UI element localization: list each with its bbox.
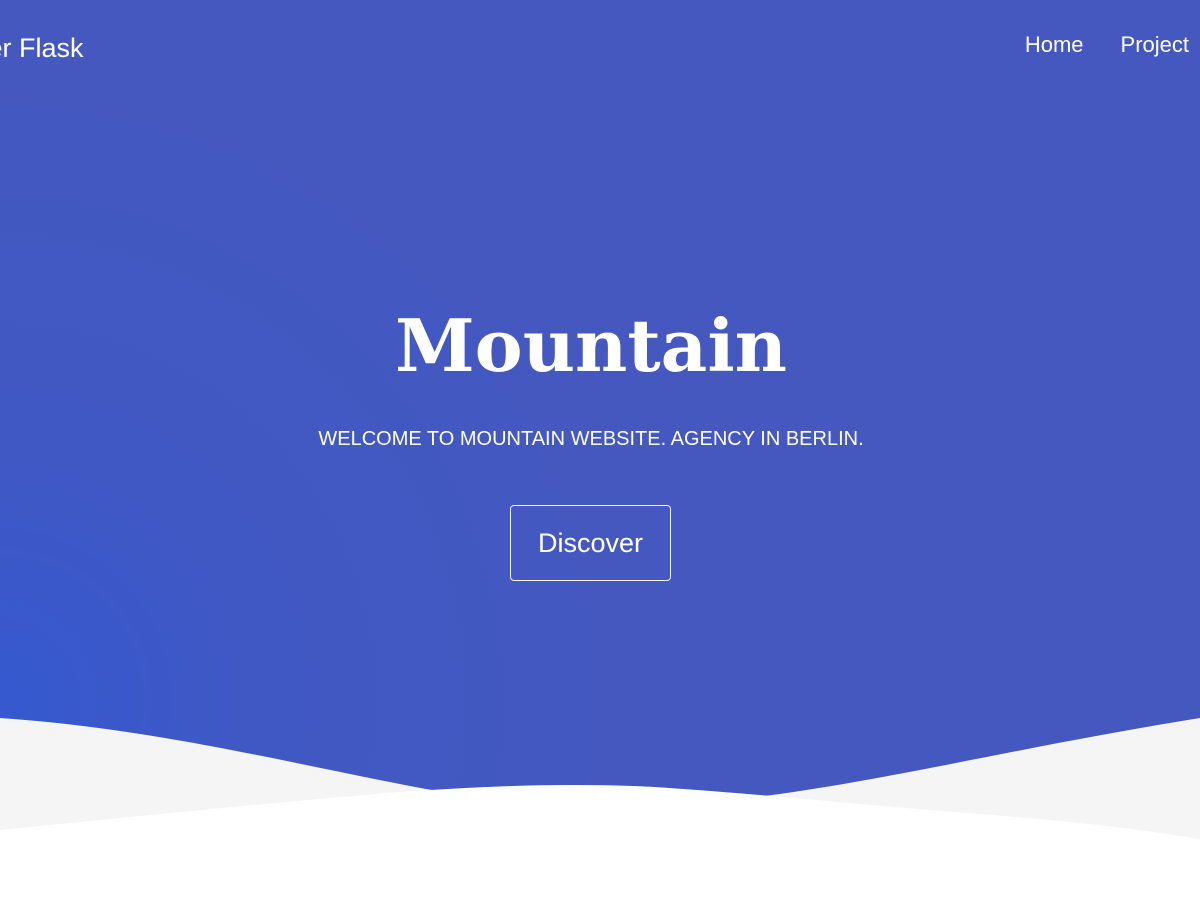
hero-title: Mountain [394,303,788,388]
nav-link-home[interactable]: Home [1025,29,1084,61]
site-brand-link[interactable]: zer Flask [0,30,84,66]
navigation-links: Home Project [1025,29,1189,61]
hero-content: Mountain WELCOME TO MOUNTAIN WEBSITE. AG… [0,300,1200,453]
nav-link-project[interactable]: Project [1121,29,1189,61]
landing-page: zer Flask Home Project Mountain WELCOME … [0,0,1200,900]
discover-button[interactable]: Discover [510,505,671,581]
top-navigation: zer Flask Home Project [0,0,1200,96]
hero-section: zer Flask Home Project Mountain WELCOME … [0,0,1200,900]
hero-subtitle: WELCOME TO MOUNTAIN WEBSITE. AGENCY IN B… [318,428,864,450]
